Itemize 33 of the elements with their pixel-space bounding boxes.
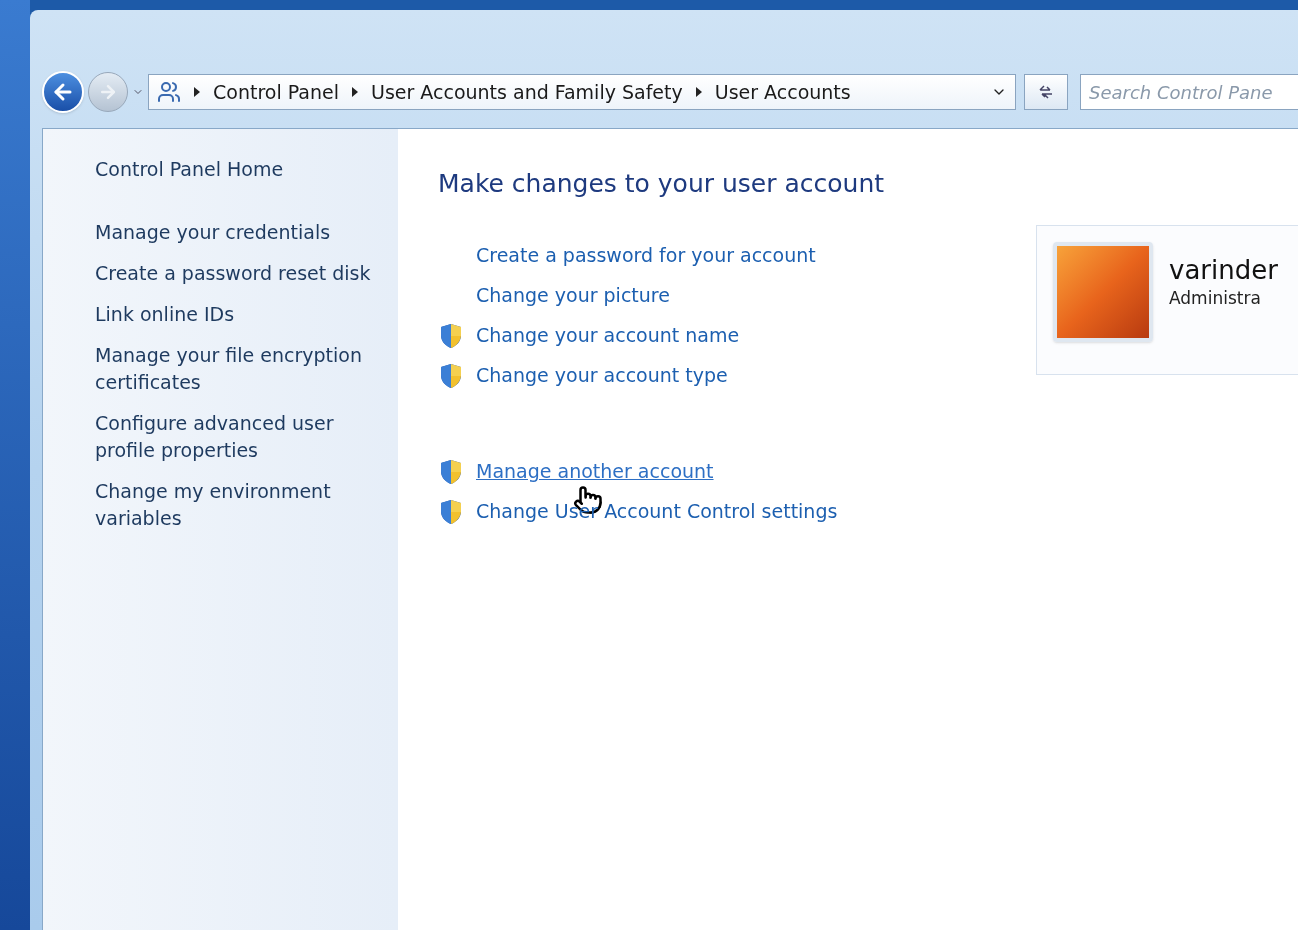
sidebar-link[interactable]: Configure advanced user profile properties [95,410,382,464]
address-bar[interactable]: Control Panel User Accounts and Family Safety User Accounts [148,74,1016,110]
task-link[interactable]: Manage another account [476,457,714,486]
refresh-icon [1037,84,1055,100]
sidebar-link[interactable]: Link online IDs [95,301,382,328]
sidebar-link[interactable]: Create a password reset disk [95,260,382,287]
task-link[interactable]: Change your account type [476,361,728,390]
sidebar-link[interactable]: Manage your file encryption certificates [95,342,382,396]
breadcrumb-arrow-icon[interactable] [351,87,359,97]
sidebar-link[interactable]: Change my environment variables [95,478,382,532]
task-link[interactable]: Create a password for your account [476,241,816,270]
shield-icon [439,458,463,485]
shield-icon [439,362,463,389]
breadcrumb-item[interactable]: User Accounts and Family Safety [371,77,683,107]
shield-icon [439,498,463,525]
breadcrumb-item[interactable]: User Accounts [714,77,851,107]
breadcrumb-item[interactable]: Control Panel [213,77,339,107]
forward-arrow-icon [98,82,118,102]
task-link[interactable]: Change your account name [476,321,740,350]
users-icon [157,80,181,104]
account-role: Administra [1169,287,1262,310]
search-field[interactable]: Search Control Pane [1080,74,1298,110]
sidebar-link[interactable]: Manage your credentials [95,219,382,246]
back-button[interactable] [42,71,84,113]
breadcrumb-arrow-icon[interactable] [694,87,703,97]
account-name: varinder [1169,254,1278,286]
sidebar-home-link[interactable]: Control Panel Home [95,155,382,183]
shield-icon [439,322,463,349]
task-link[interactable]: Change your picture [476,281,670,310]
breadcrumb-arrow-icon[interactable] [193,87,201,97]
task-link[interactable]: Change User Account Control settings [476,497,838,526]
page-heading: Make changes to your user account [438,168,886,200]
refresh-button[interactable] [1024,74,1068,110]
